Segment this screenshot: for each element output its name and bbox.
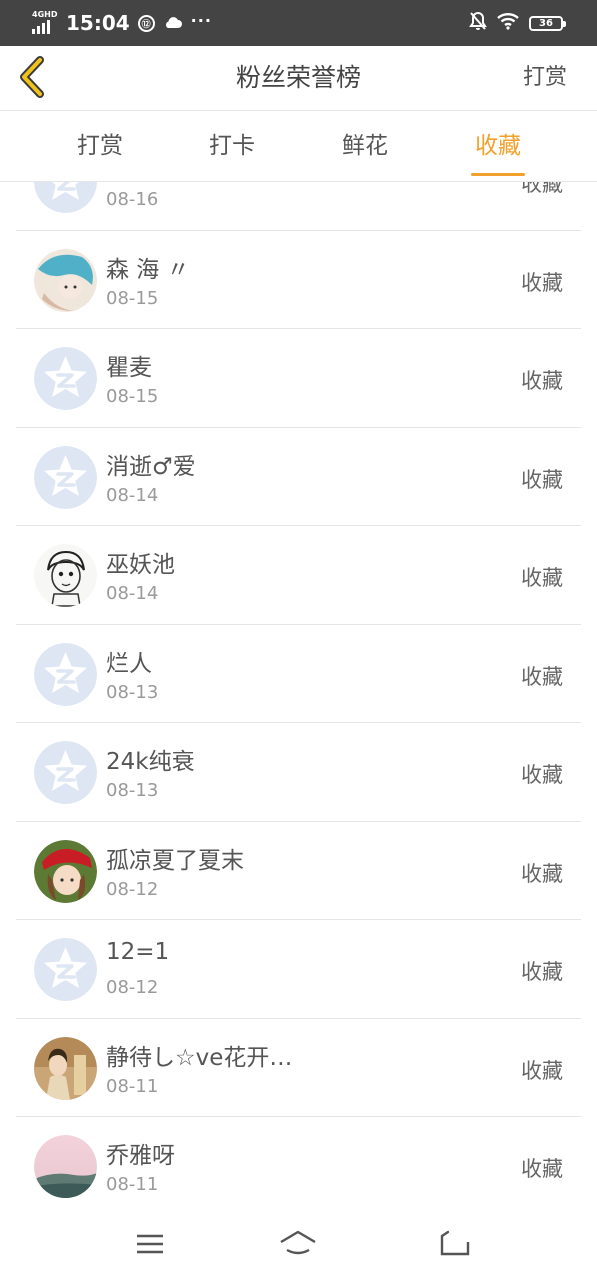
list-item[interactable]: 乔雅呀 08-11 收藏	[0, 1117, 597, 1210]
list-item[interactable]: 巫妖池 08-14 收藏	[0, 526, 597, 625]
fan-name: 巫妖池	[106, 552, 175, 578]
avatar[interactable]	[34, 445, 97, 509]
fan-date: 08-13	[106, 780, 159, 801]
favorite-action[interactable]: 收藏	[521, 661, 563, 691]
avatar[interactable]	[34, 347, 97, 410]
fan-name: 孤凉夏了夏末	[106, 847, 244, 874]
avatar[interactable]	[34, 1135, 97, 1198]
list-item[interactable]: 森 海 〃 08-15 收藏	[0, 231, 597, 330]
fan-date: 08-14	[106, 484, 159, 506]
status-time: 15:04	[66, 11, 130, 35]
menu-icon[interactable]	[130, 1228, 170, 1260]
battery-icon: 36	[529, 15, 566, 31]
tab-reward[interactable]: 打赏	[40, 111, 160, 181]
fan-date: 08-15	[106, 386, 159, 407]
fan-date: 08-13	[106, 681, 159, 703]
avatar[interactable]	[34, 642, 97, 706]
list-item[interactable]: 08-16 收藏	[0, 182, 597, 231]
fan-list[interactable]: 08-16 收藏森 海 〃 08-15 收藏 瞿麦 08-15 收藏 消逝♂爱 08-14 收藏巫…	[0, 182, 597, 1210]
signal-icon: 4GHD	[32, 10, 58, 34]
tab-bar: 打赏 打卡 鲜花 收藏	[0, 111, 597, 182]
avatar[interactable]	[34, 182, 97, 213]
favorite-action[interactable]: 收藏	[521, 1153, 563, 1183]
fan-name: 24k纯衰	[106, 749, 195, 775]
status-bar: 4GHD 15:04 ⑫ ··· 36	[0, 0, 597, 46]
list-item[interactable]: 24k纯衰 08-13 收藏	[0, 723, 597, 822]
tab-favorites-label: 收藏	[475, 133, 521, 159]
list-item[interactable]: 12=1 08-12 收藏	[0, 920, 597, 1019]
fan-date: 08-11	[106, 1174, 159, 1195]
cloud-icon	[163, 14, 183, 33]
fan-name: 瞿麦	[106, 355, 152, 381]
avatar[interactable]	[34, 741, 97, 804]
list-item[interactable]: 烂人 08-13 收藏	[0, 625, 597, 724]
list-item[interactable]: 静待し☆ve花开… 08-11 收藏	[0, 1019, 597, 1118]
fan-date: 08-16	[106, 189, 159, 210]
fan-name: 烂人	[106, 650, 152, 677]
fan-name: 森 海 〃	[106, 256, 190, 283]
favorite-action[interactable]: 收藏	[521, 1055, 563, 1085]
fan-date: 08-12	[106, 878, 159, 900]
mute-bell-icon	[469, 11, 487, 35]
favorite-action[interactable]: 收藏	[521, 267, 563, 297]
favorite-action[interactable]: 收藏	[521, 858, 563, 888]
fan-date: 08-14	[106, 583, 159, 604]
list-item[interactable]: 孤凉夏了夏末 08-12 收藏	[0, 822, 597, 921]
system-nav-bar	[0, 1210, 597, 1280]
avatar[interactable]	[34, 1036, 97, 1100]
battery-level: 36	[539, 17, 553, 29]
avatar[interactable]	[34, 938, 97, 1001]
avatar[interactable]	[34, 839, 97, 903]
favorite-action[interactable]: 收藏	[521, 464, 563, 494]
fan-name: 消逝♂爱	[106, 453, 196, 480]
page-title: 粉丝荣誉榜	[235, 63, 361, 92]
fan-date: 08-11	[106, 1075, 159, 1097]
favorite-action[interactable]: 收藏	[521, 956, 563, 986]
favorite-action[interactable]: 收藏	[521, 562, 563, 592]
wifi-icon	[497, 12, 519, 34]
network-type: 4GHD	[32, 10, 58, 19]
tab-checkin[interactable]: 打卡	[172, 111, 292, 181]
fan-name: 静待し☆ve花开…	[106, 1044, 293, 1071]
list-item[interactable]: 瞿麦 08-15 收藏	[0, 329, 597, 428]
tab-favorites[interactable]: 收藏	[438, 111, 558, 181]
favorite-action[interactable]: 收藏	[521, 365, 563, 395]
avatar[interactable]	[34, 248, 97, 312]
header: 粉丝荣誉榜 打赏	[0, 46, 597, 111]
favorite-action[interactable]: 收藏	[521, 759, 563, 789]
fan-date: 08-15	[106, 287, 159, 309]
fan-name: 12=1	[106, 939, 170, 965]
avatar[interactable]	[34, 544, 97, 607]
fan-date: 08-12	[106, 977, 159, 998]
reward-button[interactable]: 打赏	[523, 46, 567, 110]
tab-flowers[interactable]: 鲜花	[305, 111, 425, 181]
list-item[interactable]: 消逝♂爱 08-14 收藏	[0, 428, 597, 527]
home-icon[interactable]	[278, 1228, 318, 1260]
active-tab-indicator	[471, 173, 525, 176]
more-dots-icon: ···	[190, 10, 212, 30]
fan-name: 乔雅呀	[106, 1143, 175, 1169]
back-icon[interactable]	[434, 1228, 474, 1260]
vpn-icon: ⑫	[137, 14, 155, 32]
favorite-action[interactable]: 收藏	[521, 182, 563, 198]
